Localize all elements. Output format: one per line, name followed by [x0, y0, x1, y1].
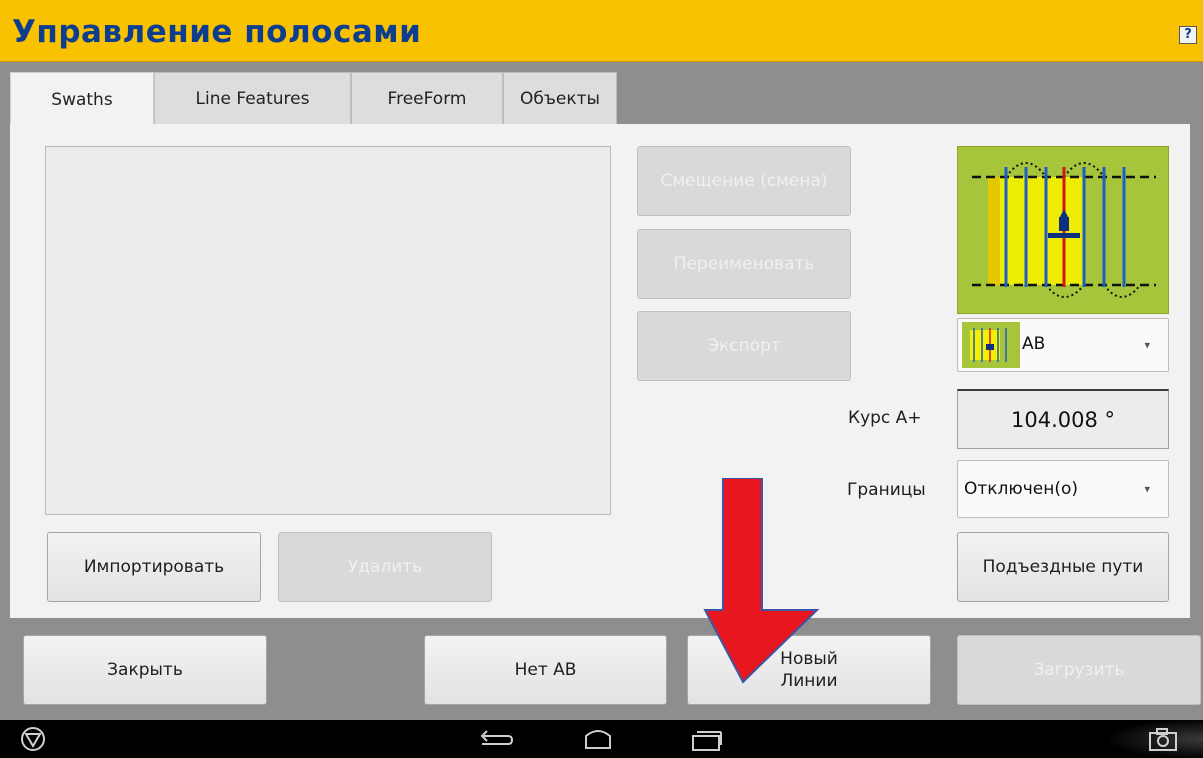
boundaries-dropdown[interactable]: Отключен(о) ▾ — [957, 460, 1169, 518]
load-button[interactable]: Загрузить — [957, 635, 1201, 705]
pattern-selected-value: AB — [1022, 334, 1046, 354]
export-button[interactable]: Экспорт — [637, 311, 851, 381]
close-button[interactable]: Закрыть — [23, 635, 267, 705]
help-icon[interactable]: ? — [1179, 26, 1197, 44]
swath-manager-screen: Управление полосами ? Swaths Line Featur… — [0, 0, 1203, 758]
title-bar: Управление полосами ? — [0, 0, 1203, 62]
ab-pattern-icon — [962, 322, 1020, 368]
tab-freeform[interactable]: FreeForm — [351, 72, 503, 124]
screenshot-camera-icon[interactable] — [1148, 726, 1178, 752]
back-icon[interactable] — [478, 729, 514, 751]
delete-button[interactable]: Удалить — [278, 532, 492, 602]
no-ab-button[interactable]: Нет АВ — [424, 635, 667, 705]
home-icon[interactable] — [580, 728, 616, 752]
import-button[interactable]: Импортировать — [47, 532, 261, 602]
ab-pattern-illustration — [972, 162, 1156, 298]
recent-apps-icon[interactable] — [690, 728, 724, 752]
android-nav-bar — [0, 720, 1203, 758]
shift-button[interactable]: Смещение (смена) — [637, 146, 851, 216]
swath-list[interactable] — [45, 146, 611, 515]
course-field[interactable]: 104.008 ° — [957, 389, 1169, 449]
chevron-down-icon: ▾ — [1144, 482, 1150, 496]
tab-line-features[interactable]: Line Features — [154, 72, 351, 124]
chevron-down-icon: ▾ — [1144, 338, 1150, 352]
tab-swaths[interactable]: Swaths — [10, 72, 154, 126]
annotation-arrow-icon — [703, 478, 820, 684]
boundaries-selected-value: Отключен(о) — [964, 479, 1079, 499]
tab-objects[interactable]: Объекты — [503, 72, 617, 124]
course-label: Курс A+ — [848, 408, 922, 428]
trimble-logo-icon[interactable] — [20, 726, 46, 752]
headland-paths-button[interactable]: Подъездные пути — [957, 532, 1169, 602]
pattern-dropdown[interactable]: AB ▾ — [957, 318, 1169, 372]
boundaries-label: Границы — [847, 480, 926, 500]
window-title: Управление полосами — [12, 14, 422, 50]
rename-button[interactable]: Переименовать — [637, 229, 851, 299]
pattern-preview-image — [957, 146, 1169, 314]
